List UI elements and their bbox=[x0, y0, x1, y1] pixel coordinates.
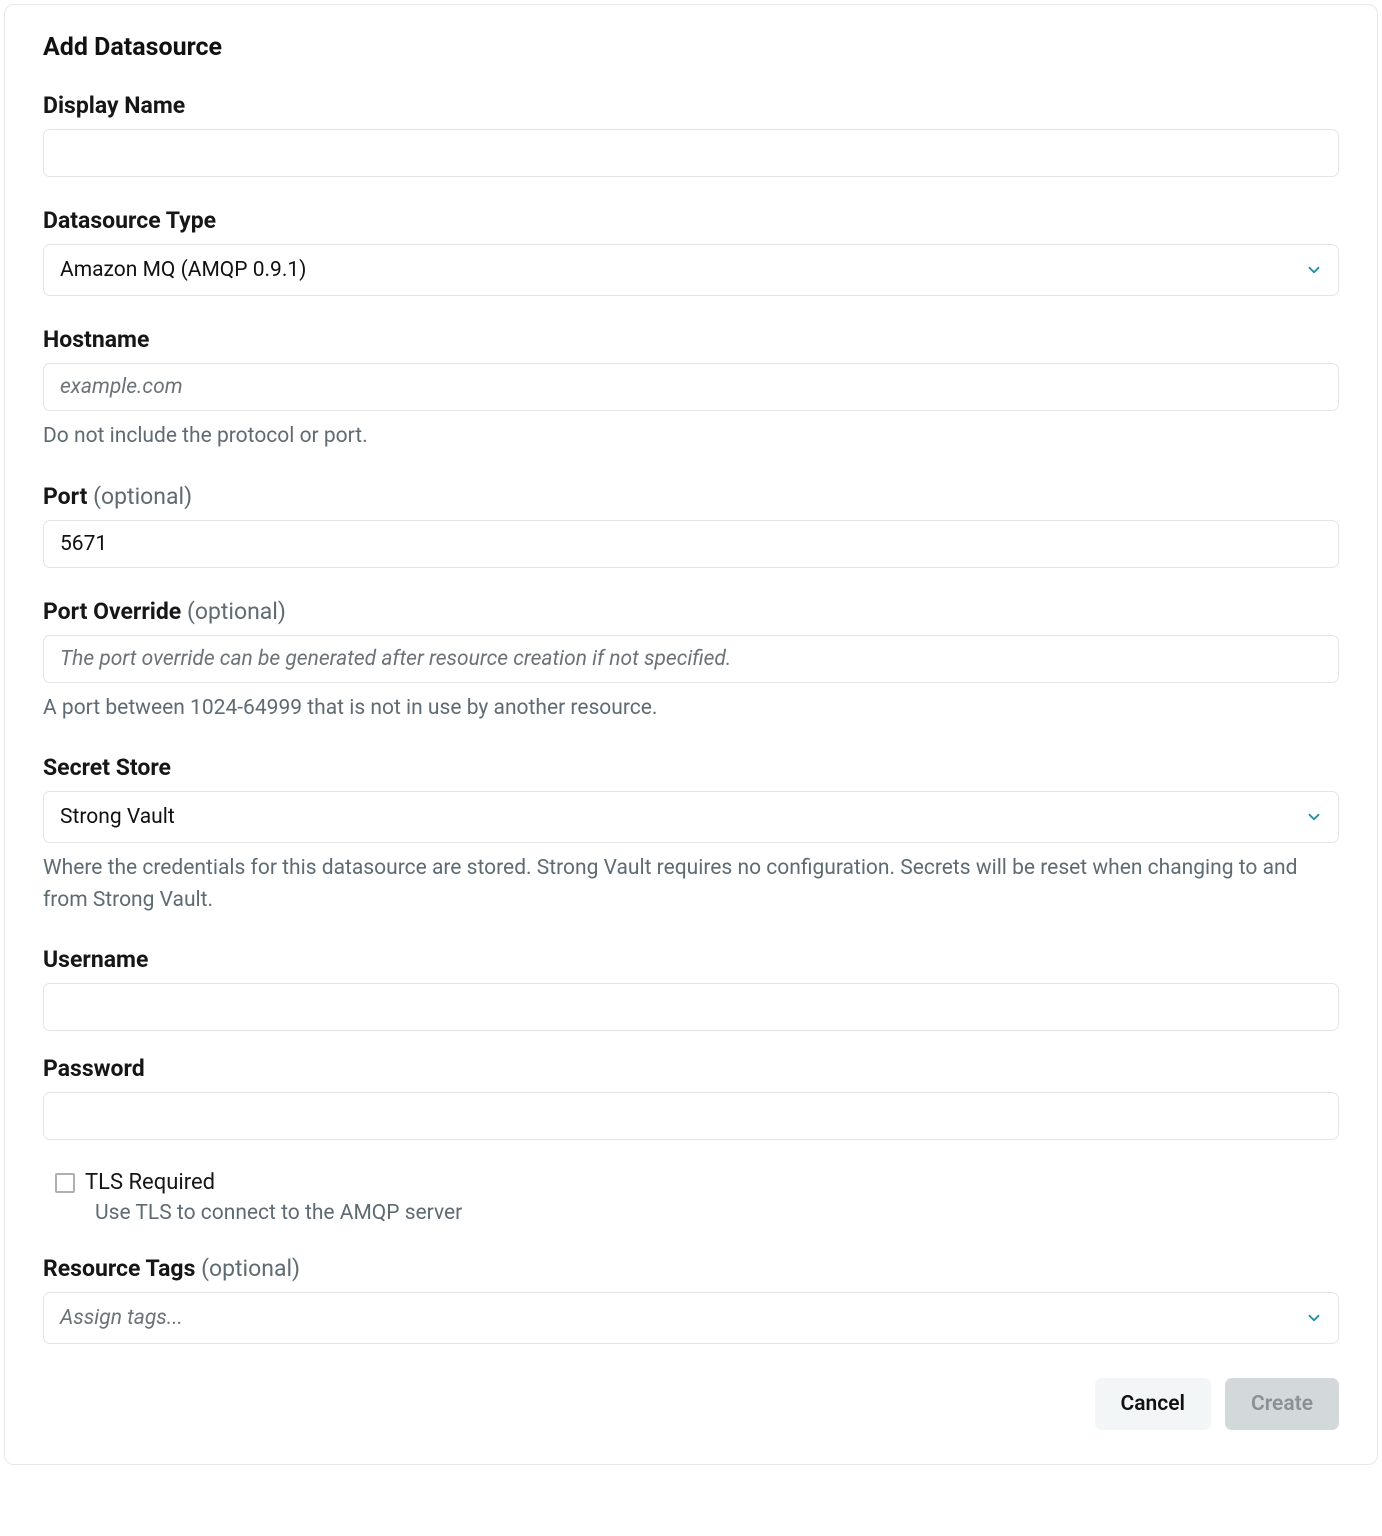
create-button[interactable]: Create bbox=[1225, 1378, 1339, 1430]
tls-label: TLS Required bbox=[85, 1170, 215, 1195]
tls-checkbox[interactable] bbox=[55, 1173, 75, 1193]
datasource-type-label: Datasource Type bbox=[43, 207, 1339, 234]
secret-store-label: Secret Store bbox=[43, 754, 1339, 781]
button-row: Cancel Create bbox=[43, 1378, 1339, 1430]
password-input[interactable] bbox=[43, 1092, 1339, 1140]
field-port-override: Port Override (optional) A port between … bbox=[43, 598, 1339, 725]
field-secret-store: Secret Store Strong Vault Where the cred… bbox=[43, 754, 1339, 916]
display-name-label: Display Name bbox=[43, 92, 1339, 119]
field-port: Port (optional) bbox=[43, 483, 1339, 568]
card-title: Add Datasource bbox=[43, 33, 1339, 62]
resource-tags-select-wrapper: Assign tags... bbox=[43, 1292, 1339, 1344]
port-override-helper: A port between 1024-64999 that is not in… bbox=[43, 693, 1339, 725]
username-input[interactable] bbox=[43, 983, 1339, 1031]
hostname-helper: Do not include the protocol or port. bbox=[43, 421, 1339, 453]
password-label: Password bbox=[43, 1055, 1339, 1082]
port-input[interactable] bbox=[43, 520, 1339, 568]
field-display-name: Display Name bbox=[43, 92, 1339, 177]
field-resource-tags: Resource Tags (optional) Assign tags... bbox=[43, 1255, 1339, 1344]
hostname-input[interactable] bbox=[43, 363, 1339, 411]
display-name-input[interactable] bbox=[43, 129, 1339, 177]
port-override-input[interactable] bbox=[43, 635, 1339, 683]
cancel-button[interactable]: Cancel bbox=[1095, 1378, 1211, 1430]
secret-store-select[interactable]: Strong Vault bbox=[43, 791, 1339, 843]
username-label: Username bbox=[43, 946, 1339, 973]
secret-store-select-wrapper: Strong Vault bbox=[43, 791, 1339, 843]
resource-tags-select[interactable]: Assign tags... bbox=[43, 1292, 1339, 1344]
field-datasource-type: Datasource Type Amazon MQ (AMQP 0.9.1) bbox=[43, 207, 1339, 296]
port-override-label: Port Override (optional) bbox=[43, 598, 1339, 625]
field-hostname: Hostname Do not include the protocol or … bbox=[43, 326, 1339, 453]
field-tls-required: TLS Required Use TLS to connect to the A… bbox=[43, 1170, 1339, 1225]
tls-helper: Use TLS to connect to the AMQP server bbox=[43, 1201, 1339, 1225]
resource-tags-placeholder: Assign tags... bbox=[60, 1306, 183, 1330]
datasource-type-select-wrapper: Amazon MQ (AMQP 0.9.1) bbox=[43, 244, 1339, 296]
tls-checkbox-row: TLS Required bbox=[43, 1170, 1339, 1195]
add-datasource-card: Add Datasource Display Name Datasource T… bbox=[4, 4, 1378, 1465]
hostname-label: Hostname bbox=[43, 326, 1339, 353]
secret-store-value: Strong Vault bbox=[60, 805, 175, 829]
resource-tags-label: Resource Tags (optional) bbox=[43, 1255, 1339, 1282]
field-username: Username bbox=[43, 946, 1339, 1031]
datasource-type-value: Amazon MQ (AMQP 0.9.1) bbox=[60, 258, 306, 282]
field-password: Password bbox=[43, 1055, 1339, 1140]
datasource-type-select[interactable]: Amazon MQ (AMQP 0.9.1) bbox=[43, 244, 1339, 296]
port-label: Port (optional) bbox=[43, 483, 1339, 510]
secret-store-helper: Where the credentials for this datasourc… bbox=[43, 853, 1339, 916]
